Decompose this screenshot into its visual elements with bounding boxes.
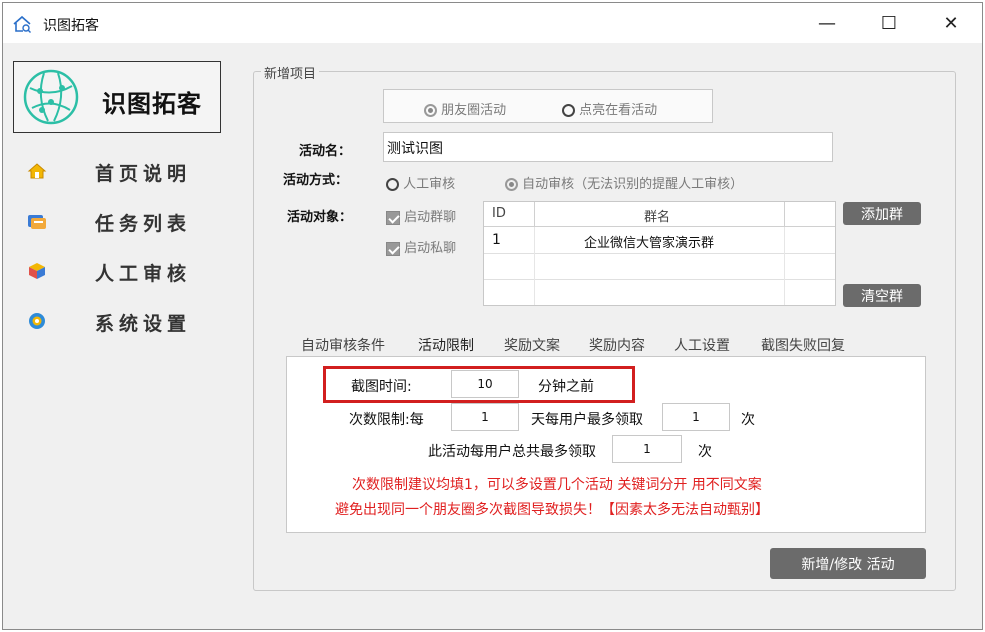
activity-name-input[interactable]: 测试识图	[383, 132, 833, 162]
warning-text-line1: 次数限制建议均填1，可以多设置几个活动 关键词分开 用不同文案	[352, 477, 762, 493]
title-bar: 识图拓客 — ☐ ✕	[3, 3, 982, 43]
activity-mode-label: 活动方式：	[283, 173, 349, 188]
client-area: 识图拓客 首页说明 任务列表 人工审核 系统设置 新增项目 朋友圈活动 点亮在看…	[3, 43, 982, 629]
daily-days-input[interactable]: 1	[451, 403, 519, 431]
radio-empty-icon	[386, 178, 399, 191]
sidebar-item-label: 系统设置	[95, 313, 192, 335]
home-icon	[27, 161, 47, 181]
tab-reward-content[interactable]: 奖励内容	[589, 335, 645, 355]
tab-activity-limits[interactable]: 活动限制	[418, 335, 474, 355]
tab-reward-copy[interactable]: 奖励文案	[504, 335, 560, 355]
count-limit-label: 次数限制:每	[349, 412, 424, 428]
logo-panel: 识图拓客	[13, 61, 221, 133]
activity-limits-panel: 截图时间: 10 分钟之前 次数限制:每 1 天每用户最多领取 1 次 此活动每…	[286, 356, 926, 533]
column-divider	[534, 227, 535, 305]
window-title: 识图拓客	[43, 18, 99, 34]
table-empty-row	[484, 254, 835, 280]
checkbox-checked-icon	[386, 210, 400, 225]
radio-selected-icon	[505, 178, 518, 191]
checkbox-private-chat[interactable]: 启动私聊	[386, 237, 456, 256]
sidebar-item-task-list[interactable]: 任务列表	[23, 203, 223, 239]
row-group-name: 企业微信大管家演示群	[584, 236, 715, 251]
tab-screenshot-fail-reply[interactable]: 截图失败回复	[761, 335, 845, 355]
sidebar-item-label: 人工审核	[95, 263, 192, 285]
table-header: ID 群名	[484, 202, 835, 227]
radio-like-view-activity[interactable]: 点亮在看活动	[562, 99, 657, 118]
maximize-button[interactable]: ☐	[861, 7, 917, 39]
tab-manual-settings[interactable]: 人工设置	[674, 335, 730, 355]
close-icon: ✕	[943, 12, 959, 34]
column-header-id: ID	[492, 206, 506, 221]
total-times-unit: 次	[698, 444, 712, 460]
group-title: 新增项目	[261, 63, 320, 82]
column-divider	[784, 227, 785, 305]
radio-label: 点亮在看活动	[579, 103, 658, 118]
app-home-icon	[12, 14, 32, 34]
settings-gear-icon	[27, 311, 47, 331]
radio-auto-review[interactable]: 自动审核（无法识别的提醒人工审核）	[505, 173, 743, 192]
radio-empty-icon	[562, 104, 575, 117]
radio-label: 自动审核（无法识别的提醒人工审核）	[522, 177, 744, 192]
radio-moments-activity[interactable]: 朋友圈活动	[424, 99, 506, 118]
app-window: 识图拓客 — ☐ ✕ 识图拓客 首页说明 任务列表 人工审核 系统设置 新增项目…	[2, 2, 983, 630]
activity-name-label: 活动名：	[299, 144, 352, 159]
sidebar-item-label: 任务列表	[95, 213, 192, 235]
column-divider	[534, 202, 535, 226]
clear-group-button[interactable]: 清空群	[843, 284, 921, 307]
row-id: 1	[492, 232, 501, 248]
radio-label: 朋友圈活动	[441, 103, 507, 118]
checkbox-label: 启动私聊	[404, 241, 457, 256]
activity-target-label: 活动对象：	[287, 210, 353, 225]
column-header-group-name: 群名	[644, 210, 671, 225]
warning-text-line2: 避免出现同一个朋友圈多次截图导致损失！【因素太多无法自动甄别】	[335, 502, 769, 518]
daily-times-input[interactable]: 1	[662, 403, 730, 431]
maximize-icon: ☐	[880, 12, 898, 34]
sidebar-item-label: 首页说明	[95, 163, 192, 185]
sidebar-item-review[interactable]: 人工审核	[23, 253, 223, 289]
activity-name-value: 测试识图	[387, 141, 443, 157]
total-times-input[interactable]: 1	[612, 435, 682, 463]
minimize-button[interactable]: —	[799, 7, 855, 39]
checkbox-checked-icon	[386, 241, 400, 256]
logo-text: 识图拓客	[102, 90, 202, 118]
radio-manual-review[interactable]: 人工审核	[386, 173, 455, 192]
sidebar-item-settings[interactable]: 系统设置	[23, 303, 223, 339]
screenshot-time-label: 截图时间:	[351, 379, 412, 395]
sidebar-item-home[interactable]: 首页说明	[23, 153, 223, 189]
tab-auto-review-conditions[interactable]: 自动审核条件	[301, 335, 385, 355]
review-icon	[27, 261, 47, 281]
radio-label: 人工审核	[403, 177, 456, 192]
globe-network-logo-icon	[22, 68, 80, 126]
daily-limit-mid-text: 天每用户最多领取	[531, 412, 643, 428]
add-modify-activity-button[interactable]: 新增/修改 活动	[770, 548, 926, 579]
column-divider	[784, 202, 785, 226]
add-group-button[interactable]: 添加群	[843, 202, 921, 225]
radio-selected-icon	[424, 104, 437, 117]
screenshot-time-unit: 分钟之前	[538, 379, 594, 395]
table-row[interactable]: 1 企业微信大管家演示群	[484, 227, 835, 254]
group-table[interactable]: ID 群名 1 企业微信大管家演示群	[483, 201, 836, 306]
total-limit-label: 此活动每用户总共最多领取	[428, 444, 596, 460]
checkbox-label: 启动群聊	[404, 210, 457, 225]
daily-times-unit: 次	[741, 412, 755, 428]
close-button[interactable]: ✕	[923, 7, 979, 39]
checkbox-group-chat[interactable]: 启动群聊	[386, 206, 456, 225]
screenshot-time-input[interactable]: 10	[451, 370, 519, 398]
task-list-icon	[27, 211, 47, 231]
minimize-icon: —	[818, 12, 836, 34]
